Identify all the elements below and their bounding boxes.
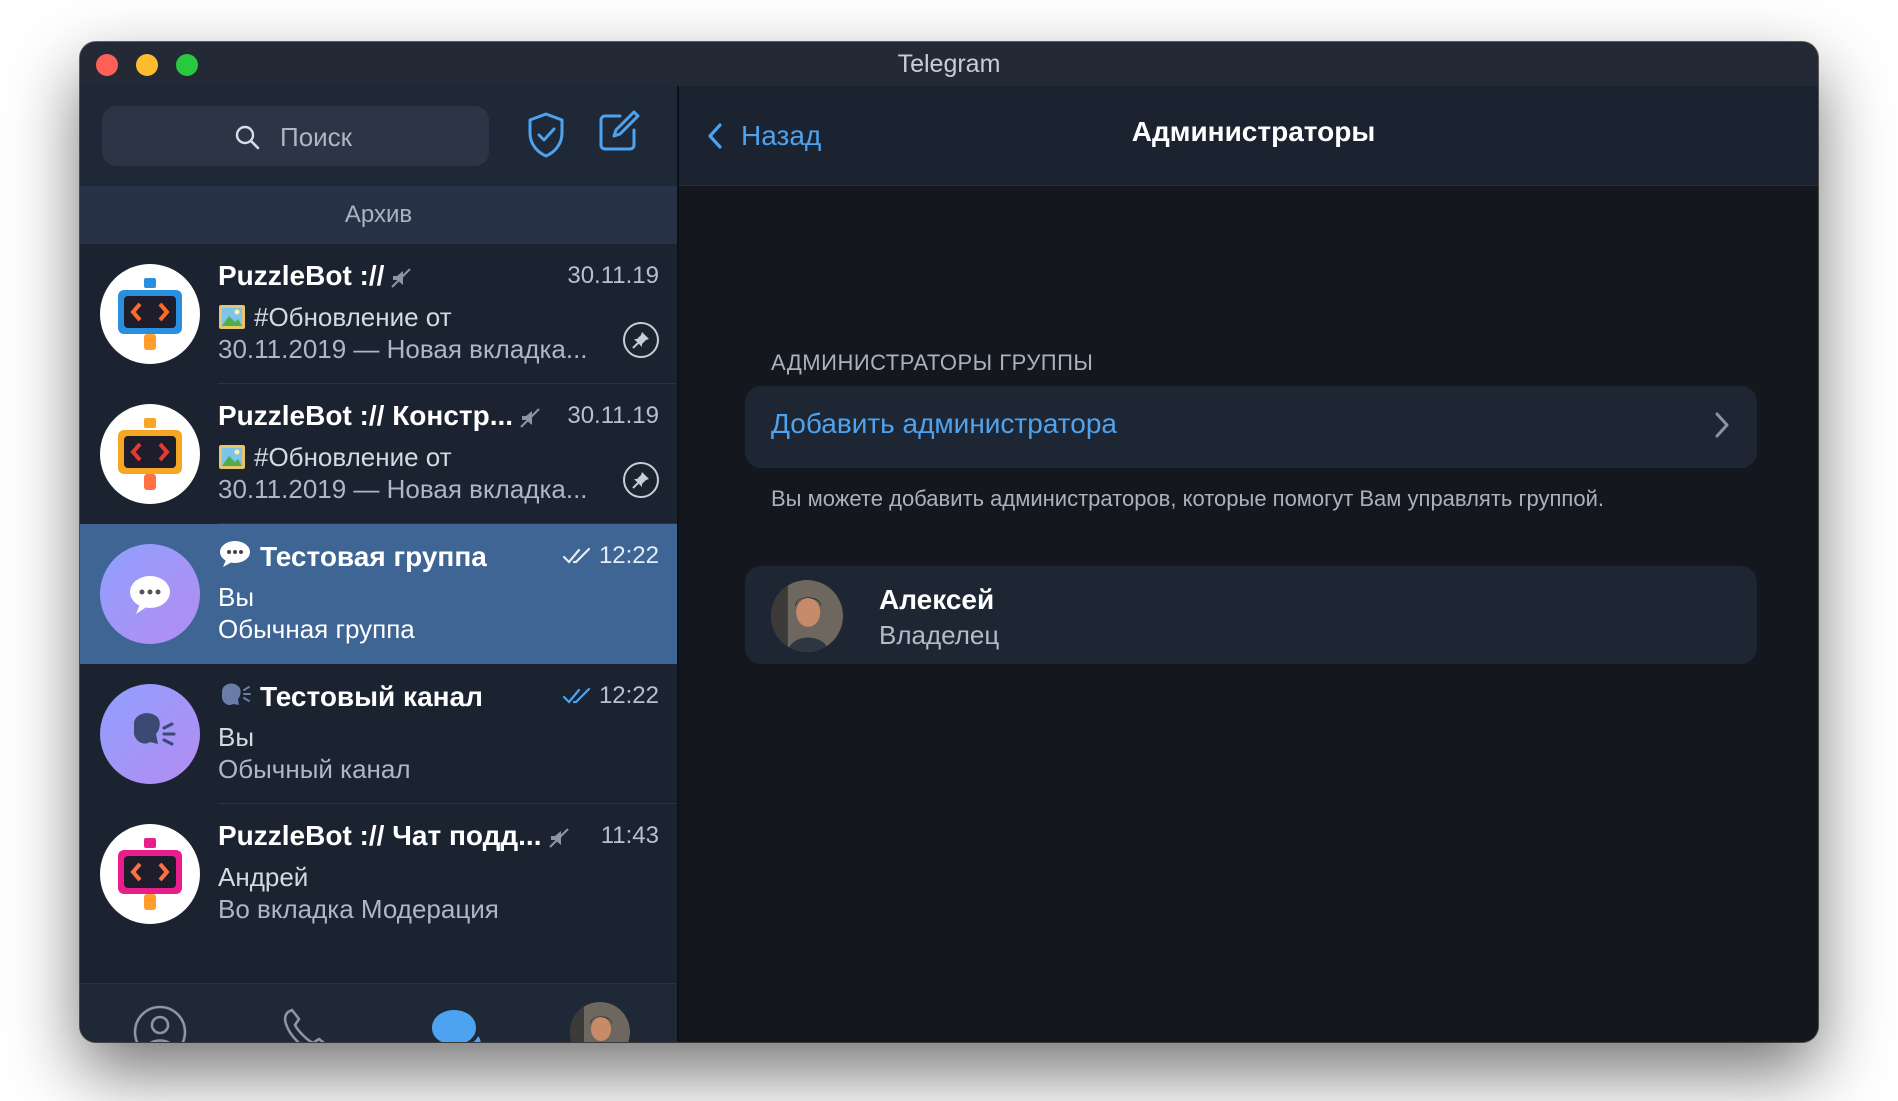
archive-header[interactable]: Архив [80,186,677,244]
add-admin-button[interactable]: Добавить администратора [745,386,1757,468]
chat-item-puzzlebot[interactable]: PuzzleBot :// 30.11.19 #Обновление от 30… [80,244,677,384]
add-admin-hint: Вы можете добавить администраторов, кото… [771,486,1604,511]
chat-item-puzzlebot-constructor[interactable]: PuzzleBot :// Констр... 30.11.19 #Обновл… [80,384,677,524]
chat-item-puzzlebot-support[interactable]: PuzzleBot :// Чат подд... 11:43 Андрей В… [80,804,677,944]
pin-icon [623,462,659,498]
channel-avatar [100,684,200,784]
chat-time: 12:22 [562,542,659,570]
title-bar: Telegram [80,42,1818,86]
chat-name: PuzzleBot :// Констр... [218,400,541,432]
chat-preview: #Обновление от [218,442,452,473]
chat-name: Тестовая группа [218,540,487,573]
chat-preview-line2: Обычная группа [218,614,415,644]
telegram-window: Telegram Поиск Архив PuzzleBot :// 30.11… [80,42,1818,1042]
sidebar: Поиск Архив PuzzleBot :// 30.11.19 #Обно… [80,86,677,1042]
chat-name: PuzzleBot :// [218,260,412,292]
chat-time: 30.11.19 [567,262,659,289]
double-check-icon [562,687,591,704]
chat-preview-line2: Обычный канал [218,754,411,784]
section-label: АДМИНИСТРАТОРЫ ГРУППЫ [771,350,1094,375]
main-header: Назад Администраторы [679,86,1818,186]
image-emoji-icon [219,445,245,469]
page-title: Администраторы [1131,116,1376,147]
window-title: Telegram [897,50,1001,78]
double-check-icon [562,547,591,564]
bot-avatar [100,264,200,364]
chat-preview-line2: 30.11.2019 — Новая вкладка... [218,474,588,504]
chat-preview: Вы [218,722,255,752]
compose-icon[interactable] [596,108,642,154]
bot-avatar [100,824,200,924]
chats-icon[interactable] [424,1002,484,1042]
chat-preview-line2: Во вкладка Модерация [218,894,499,924]
chat-time: 30.11.19 [567,402,659,429]
chat-time: 11:43 [600,822,659,849]
chat-item-test-group[interactable]: Тестовая группа 12:22 Вы Обычная группа [80,524,677,664]
chevron-right-icon [1715,412,1729,438]
sidebar-header: Поиск [80,86,677,186]
add-admin-label: Добавить администратора [771,408,1118,439]
tab-bar [80,983,677,1042]
muted-icon [391,267,412,288]
chat-preview: #Обновление от [218,302,452,333]
pin-icon [623,322,659,358]
search-icon [235,125,260,150]
chat-item-test-channel[interactable]: Тестовый канал 12:22 Вы Обычный канал [80,664,677,804]
image-emoji-icon [219,305,245,329]
shield-icon[interactable] [526,111,566,159]
chat-time: 12:22 [562,682,659,710]
calls-icon[interactable] [276,1002,336,1042]
search-field[interactable]: Поиск [102,106,489,166]
bot-avatar [100,404,200,504]
muted-icon [520,407,540,428]
chat-name: Тестовый канал [218,680,483,713]
chat-preview-line2: 30.11.2019 — Новая вкладка... [218,334,588,364]
speaking-head-icon [222,683,251,706]
chat-preview: Андрей [218,862,309,892]
search-placeholder: Поиск [280,122,353,152]
group-avatar [100,544,200,644]
admin-row-owner[interactable]: Алексей Владелец [745,566,1757,664]
contacts-icon[interactable] [130,1002,190,1042]
muted-icon [548,827,569,848]
admin-role: Владелец [879,620,1000,650]
main-panel: Назад Администраторы АДМИНИСТРАТОРЫ ГРУП… [679,86,1818,1042]
speech-bubble-icon [220,541,250,567]
avatar [771,580,843,652]
settings-avatar[interactable] [570,1002,630,1042]
chat-name: PuzzleBot :// Чат подд... [218,820,570,852]
chat-preview: Вы [218,582,255,612]
admin-name: Алексей [879,584,995,615]
